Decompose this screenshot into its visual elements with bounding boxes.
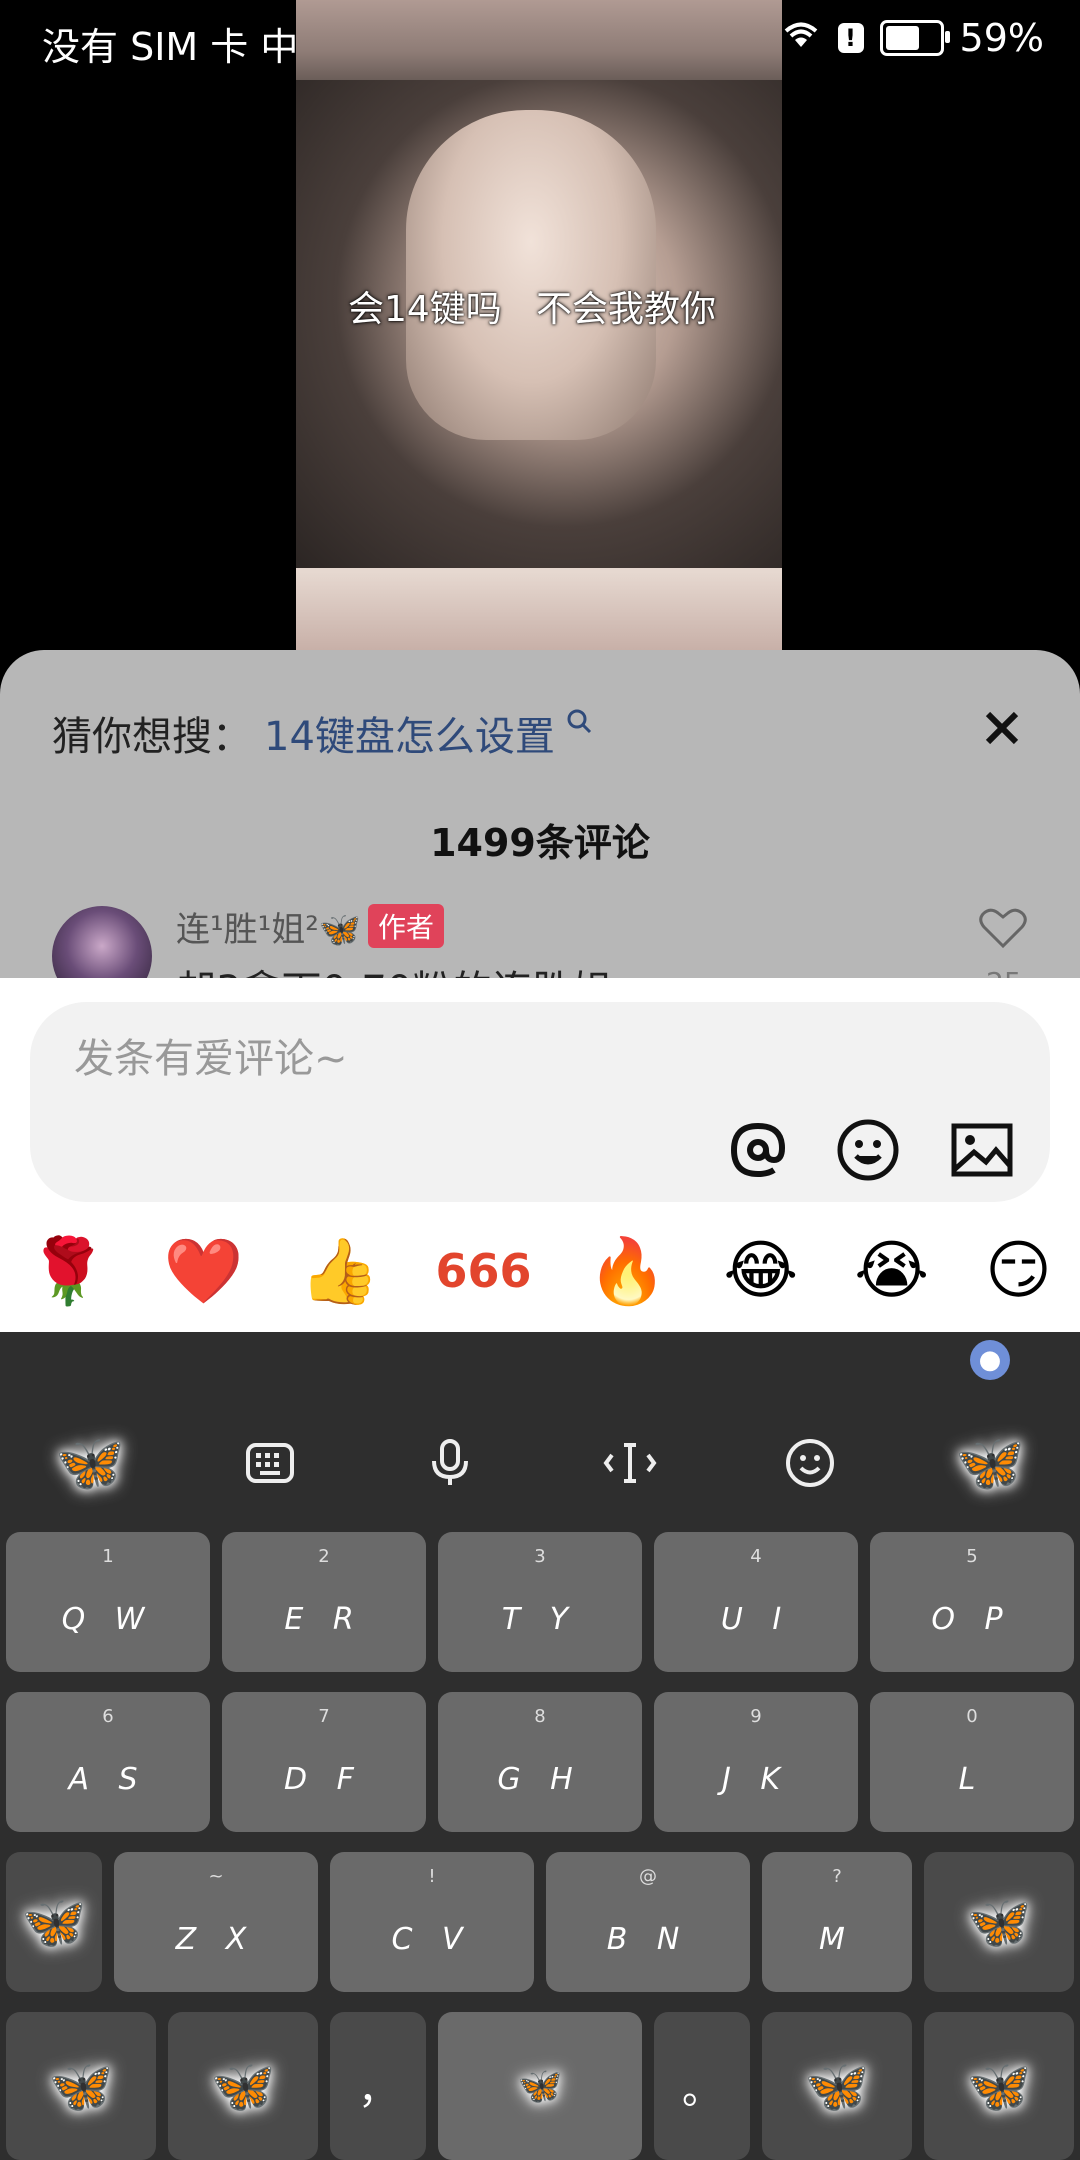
key-number: 1 xyxy=(102,1546,114,1567)
emoji-icon[interactable] xyxy=(832,1114,904,1186)
wifi-icon xyxy=(780,16,822,60)
keyboard-icon[interactable] xyxy=(225,1418,315,1508)
comma-key[interactable]: ， xyxy=(330,2012,426,2160)
key-op[interactable]: 5 O P xyxy=(870,1532,1074,1672)
emoji-laugh[interactable]: 😂 xyxy=(723,1234,798,1308)
comments-panel: 猜你想搜： 14键盘怎么设置 1499条评论 连¹胜¹姐²🦋 作者 却3拿下0-… xyxy=(0,650,1080,1006)
key-zx[interactable]: ~ Z X xyxy=(114,1852,318,1992)
comment-input-placeholder: 发条有爱评论~ xyxy=(74,1036,348,1082)
search-icon[interactable] xyxy=(566,708,592,734)
status-icons: ! 59% xyxy=(780,16,1044,60)
emoji-thumbs-up[interactable]: 👍 xyxy=(300,1234,380,1309)
key-number: 9 xyxy=(750,1706,762,1727)
space-key[interactable]: 🦋 xyxy=(438,2012,642,2160)
battery-icon xyxy=(879,20,950,56)
key-letters: Z X xyxy=(175,1922,257,1957)
key-number: @ xyxy=(639,1866,657,1887)
key-number: 0 xyxy=(966,1706,978,1727)
key-cv[interactable]: ! C V xyxy=(330,1852,534,1992)
backspace-butterfly-key[interactable]: 🦋 xyxy=(924,1852,1074,1992)
key-as[interactable]: 6 A S xyxy=(6,1692,210,1832)
key-letters: L xyxy=(958,1762,986,1797)
key-letters: U I xyxy=(720,1602,792,1637)
image-icon[interactable] xyxy=(946,1114,1018,1186)
emoji-keyboard-icon[interactable] xyxy=(765,1418,855,1508)
video-subject xyxy=(406,110,656,440)
comment-composer: 发条有爱评论~ 🌹 ❤️ 👍 666 🔥 😂 😭 😏 xyxy=(0,978,1080,1332)
quick-emoji-row: 🌹 ❤️ 👍 666 🔥 😂 😭 😏 xyxy=(0,1226,1080,1316)
key-gh[interactable]: 8 G H xyxy=(438,1692,642,1832)
search-suggestion-label: 猜你想搜： xyxy=(52,714,252,760)
emoji-fire[interactable]: 🔥 xyxy=(588,1234,668,1309)
author-badge: 作者 xyxy=(368,904,445,948)
key-ty[interactable]: 3 T Y xyxy=(438,1532,642,1672)
key-number: ! xyxy=(428,1866,436,1887)
key-number: 4 xyxy=(750,1546,762,1567)
language-butterfly-key[interactable]: 🦋 xyxy=(168,2012,318,2160)
key-letters: E R xyxy=(284,1602,364,1637)
key-letters: D F xyxy=(284,1762,364,1797)
butterfly-icon[interactable]: 🦋 xyxy=(945,1418,1035,1508)
key-bn[interactable]: @ B N xyxy=(546,1852,750,1992)
key-jk[interactable]: 9 J K xyxy=(654,1692,858,1832)
video-player[interactable]: 会14键吗 不会我教你 xyxy=(296,0,782,650)
video-subtitle-left: 会14键吗 xyxy=(348,289,502,330)
keyboard: ● 🦋 🦋 1 Q W 2 E R 3 T Y 4 U I 5 O P 6 A … xyxy=(0,1332,1080,2160)
key-ui[interactable]: 4 U I xyxy=(654,1532,858,1672)
key-number: 7 xyxy=(318,1706,330,1727)
microphone-icon[interactable] xyxy=(405,1418,495,1508)
key-number: ~ xyxy=(208,1866,224,1887)
cursor-move-icon[interactable] xyxy=(585,1418,675,1508)
emoji-heart[interactable]: ❤️ xyxy=(164,1234,244,1309)
commenter-name[interactable]: 连¹胜¹姐²🦋 xyxy=(176,902,361,951)
period-key[interactable]: 。 xyxy=(654,2012,750,2160)
emoji-666[interactable]: 666 xyxy=(435,1244,531,1298)
comment-input[interactable]: 发条有爱评论~ xyxy=(30,1002,1050,1202)
emoji-smirk[interactable]: 😏 xyxy=(985,1234,1052,1308)
key-letters: T Y xyxy=(501,1602,579,1637)
emoji-cry[interactable]: 😭 xyxy=(854,1234,929,1308)
alert-icon: ! xyxy=(837,23,864,53)
butterfly-key[interactable]: 🦋 xyxy=(6,1852,102,1992)
number-butterfly-key[interactable]: 🦋 xyxy=(762,2012,912,2160)
key-number: ? xyxy=(832,1866,842,1887)
key-letters: G H xyxy=(497,1762,583,1797)
key-letters: Q W xyxy=(61,1602,155,1637)
key-l[interactable]: 0 L xyxy=(870,1692,1074,1832)
battery-percent: 59% xyxy=(959,16,1044,60)
comment-count: 1499条评论 xyxy=(430,821,650,865)
key-letters: B N xyxy=(606,1922,690,1957)
key-qw[interactable]: 1 Q W xyxy=(6,1532,210,1672)
close-icon[interactable] xyxy=(980,706,1024,750)
key-number: 8 xyxy=(534,1706,546,1727)
key-letters: O P xyxy=(931,1602,1013,1637)
enter-butterfly-key[interactable]: 🦋 xyxy=(924,2012,1074,2160)
keyboard-toolbar: 🦋 🦋 xyxy=(0,1418,1080,1508)
mention-icon[interactable] xyxy=(722,1114,794,1186)
key-number: 5 xyxy=(966,1546,978,1567)
keyboard-mascot-icon[interactable]: ● xyxy=(970,1340,1010,1380)
key-er[interactable]: 2 E R xyxy=(222,1532,426,1672)
key-number: 6 xyxy=(102,1706,114,1727)
key-letters: C V xyxy=(391,1922,473,1957)
video-subtitle-right: 不会我教你 xyxy=(536,289,717,330)
key-letters: A S xyxy=(68,1762,148,1797)
key-m[interactable]: ? M xyxy=(762,1852,912,1992)
key-number: 2 xyxy=(318,1546,330,1567)
emoji-rose[interactable]: 🌹 xyxy=(28,1234,108,1309)
key-number: 3 xyxy=(534,1546,546,1567)
key-letters: M xyxy=(819,1922,855,1957)
heart-icon[interactable] xyxy=(978,906,1028,950)
butterfly-icon[interactable]: 🦋 xyxy=(45,1418,135,1508)
search-suggestion-link[interactable]: 14键盘怎么设置 xyxy=(264,704,555,762)
symbol-butterfly-key[interactable]: 🦋 xyxy=(6,2012,156,2160)
key-df[interactable]: 7 D F xyxy=(222,1692,426,1832)
key-letters: J K xyxy=(721,1762,791,1797)
